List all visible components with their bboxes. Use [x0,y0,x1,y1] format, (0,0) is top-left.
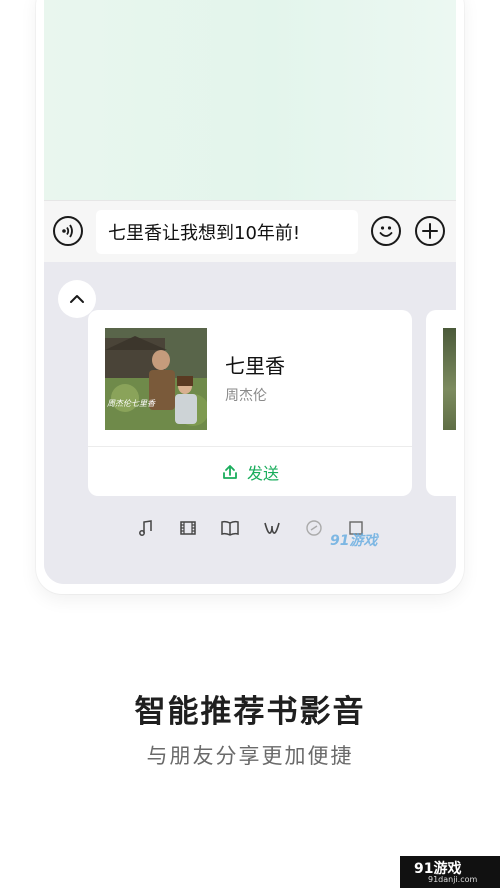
chat-input-bar: 七里香让我想到10年前! [44,200,456,263]
album-cover-image: 周杰伦七里香 [105,328,207,430]
song-title: 七里香 [225,354,285,378]
next-card-thumbnail [443,328,456,430]
film-icon [180,521,196,535]
category-film-tab[interactable] [176,516,200,540]
emoji-button[interactable] [371,216,401,246]
watermark-badge: 91游戏 91danji.com [400,856,500,888]
album-cover-art [105,328,207,430]
chat-message-area[interactable] [44,0,456,200]
message-input-value: 七里香让我想到10年前! [108,223,301,244]
share-panel: 周杰伦七里香 七里香 周杰伦 发送 [44,262,456,584]
chevron-up-icon [70,295,84,303]
category-book-tab[interactable] [218,516,242,540]
send-button[interactable]: 发送 [88,447,412,496]
book-icon [221,520,239,536]
music-note-icon [139,520,152,536]
category-link-tab[interactable] [302,516,326,540]
phone-mockup: 七里香让我想到10年前! 周杰伦七里香 七里香 周杰伦 发送 [36,0,464,594]
watermark-badge-url: 91danji.com [428,875,478,884]
caption-subline: 与朋友分享更加便捷 [146,744,354,768]
message-input[interactable]: 七里香让我想到10年前! [96,210,358,254]
category-w-tab[interactable] [260,516,284,540]
send-button-label: 发送 [246,463,279,483]
next-recommendation-card[interactable] [426,310,456,496]
smiley-icon [379,226,393,237]
w-icon [264,522,280,534]
music-recommendation-card[interactable]: 周杰伦七里香 七里香 周杰伦 发送 [88,310,412,496]
album-cover-text: 周杰伦七里香 [107,399,155,408]
share-upload-icon [223,464,237,479]
voice-input-button[interactable] [53,216,83,246]
song-artist: 周杰伦 [225,388,267,404]
link-icon [306,520,322,536]
caption-headline: 智能推荐书影音 [134,694,366,730]
chat-screen: 七里香让我想到10年前! 周杰伦七里香 七里香 周杰伦 发送 [44,0,456,584]
voice-icon [62,224,73,238]
plus-icon [422,223,438,239]
watermark-overlay: 91游戏 [330,533,378,549]
more-options-button[interactable] [415,216,445,246]
category-music-tab[interactable] [134,516,158,540]
